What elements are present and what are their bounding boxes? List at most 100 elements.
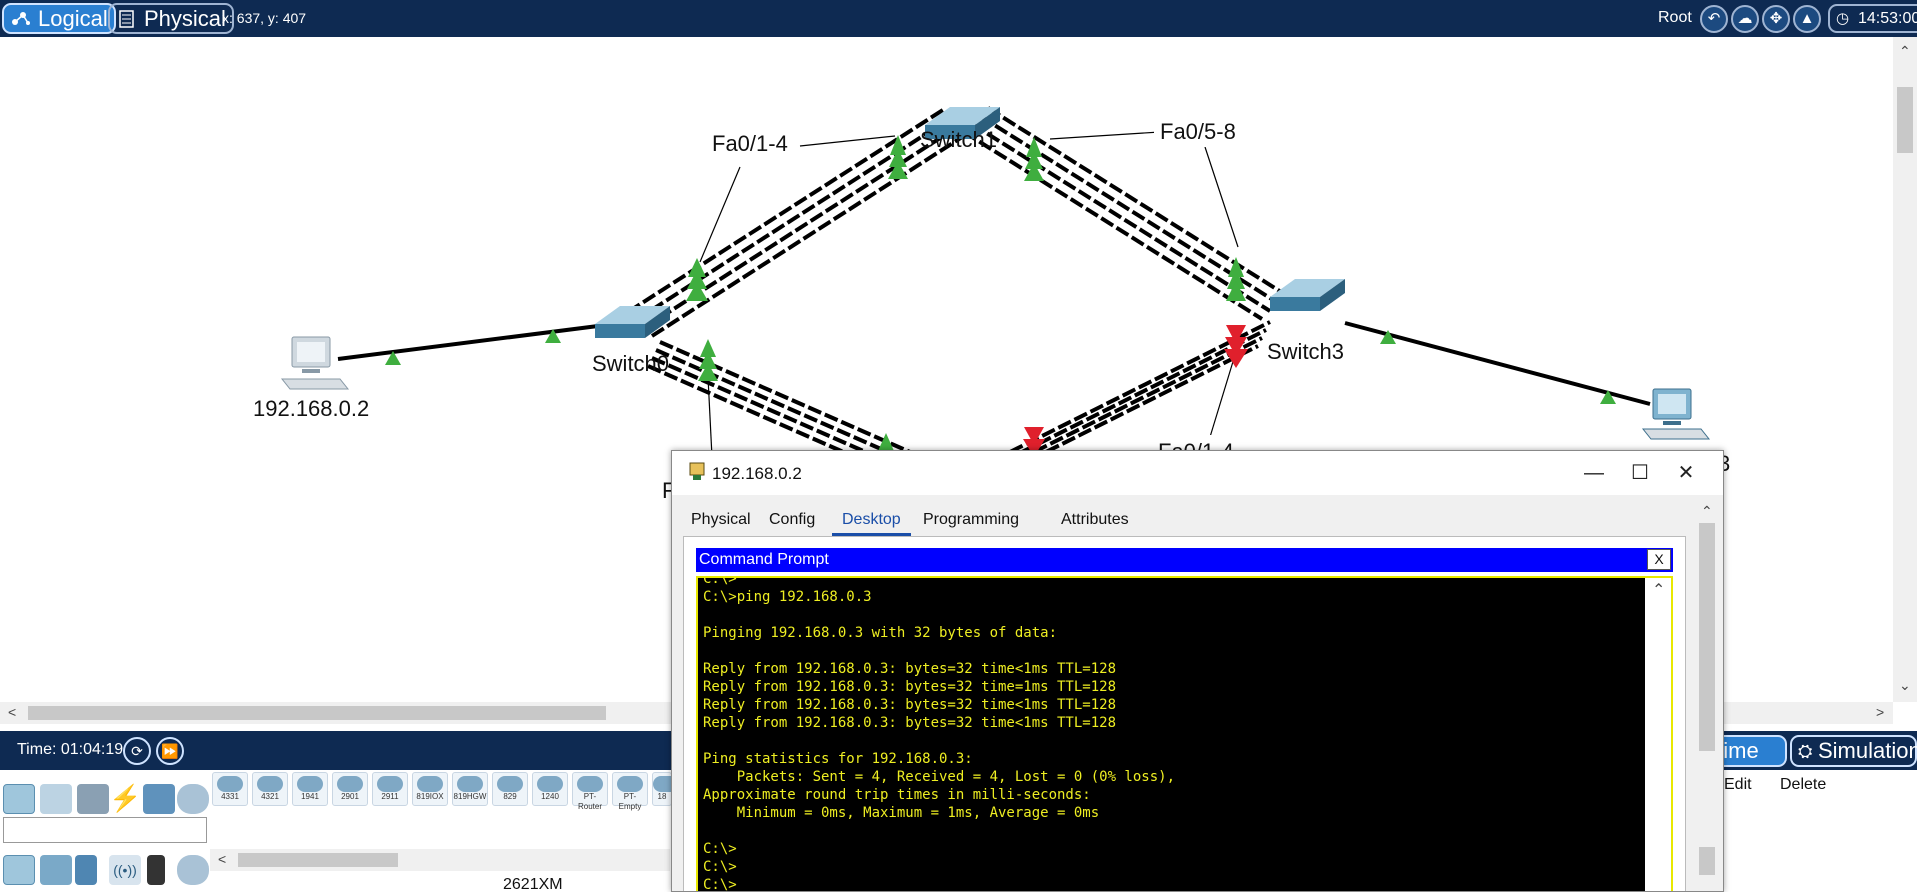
scroll-right-icon[interactable]: > xyxy=(1876,704,1884,720)
switch1-label: Switch1 xyxy=(920,127,998,152)
logical-view-label: Logical xyxy=(38,6,108,31)
clock-time: 14:53:00 xyxy=(1858,10,1917,27)
terminal-line: Pinging 192.168.0.3 with 32 bytes of dat… xyxy=(703,625,1058,641)
window-titlebar[interactable]: 192.168.0.2 — ☐ ✕ xyxy=(672,451,1723,495)
device-model-pt-router[interactable]: PT-Router xyxy=(572,772,608,811)
switch3-icon xyxy=(1270,279,1345,311)
terminal-line: C:\> xyxy=(703,859,737,875)
tab-programming[interactable]: Programming xyxy=(923,506,1019,536)
maximize-button[interactable]: ☐ xyxy=(1617,459,1663,489)
workspace-vertical-scrollbar[interactable]: ⌃ ⌄ xyxy=(1893,37,1917,702)
delete-label[interactable]: Delete xyxy=(1780,776,1826,794)
physical-rack-icon xyxy=(119,10,134,28)
scroll-up-icon[interactable]: ⌃ xyxy=(1899,43,1911,60)
device-search-input[interactable] xyxy=(3,817,207,843)
hubs-subcategory-icon[interactable] xyxy=(75,855,97,885)
back-icon[interactable]: ↶ xyxy=(1700,5,1728,33)
router-icon xyxy=(417,776,443,792)
components-category-icon[interactable] xyxy=(77,784,109,814)
scroll-thumb[interactable] xyxy=(1897,87,1913,153)
end-devices-category-icon[interactable] xyxy=(40,784,72,814)
fast-forward-icon[interactable]: ⏩ xyxy=(156,737,184,765)
power-cycle-icon[interactable]: ⟳ xyxy=(123,737,151,765)
tab-desktop[interactable]: Desktop xyxy=(832,506,911,536)
device-model-819hgw[interactable]: 819HGW xyxy=(452,772,488,806)
routers-subcategory-icon[interactable] xyxy=(3,855,35,885)
device-model-1240[interactable]: 1240 xyxy=(532,772,568,806)
switches-subcategory-icon[interactable] xyxy=(40,855,72,885)
terminal-line: Packets: Sent = 4, Received = 4, Lost = … xyxy=(703,769,1176,785)
tab-physical[interactable]: Physical xyxy=(691,506,751,536)
port-label-switch1-right: Fa0/5-8 xyxy=(1154,117,1242,147)
wan-emulation-icon[interactable] xyxy=(177,855,209,885)
tab-attributes[interactable]: Attributes xyxy=(1061,506,1129,536)
simulation-mode-button[interactable]: ⛭ Simulation xyxy=(1790,735,1917,767)
simulation-label: Simulation xyxy=(1818,738,1917,763)
terminal-line: C:\>ping 192.168.0.3 xyxy=(703,589,872,605)
command-prompt-titlebar: Command Prompt X xyxy=(696,548,1673,572)
pc-device-window: 192.168.0.2 — ☐ ✕ Physical Config Deskto… xyxy=(671,450,1724,892)
router-icon xyxy=(297,776,323,792)
terminal-output[interactable]: C:\> C:\>ping 192.168.0.3 Pinging 192.168.… xyxy=(698,578,1645,891)
scroll-up-icon[interactable]: ⌃ xyxy=(1652,580,1665,600)
maximize-icon: ☐ xyxy=(1631,462,1649,484)
minimize-button[interactable]: — xyxy=(1571,459,1617,489)
port-label-switch3-lower: Fa0/1-4 xyxy=(1152,435,1240,451)
close-icon: ✕ xyxy=(1677,462,1695,484)
physical-view-button[interactable]: Physical xyxy=(108,3,234,34)
device-model-partial[interactable]: 18 xyxy=(652,772,672,806)
router-icon xyxy=(337,776,363,792)
scroll-left-icon[interactable]: < xyxy=(8,704,16,720)
device-model-2911[interactable]: 2911 xyxy=(372,772,408,806)
device-model-pt-empty[interactable]: PT-Empty xyxy=(612,772,648,811)
scroll-thumb[interactable] xyxy=(1699,523,1715,751)
device-model-1941[interactable]: 1941 xyxy=(292,772,328,806)
simulation-icon: ⛭ xyxy=(1798,741,1813,761)
logical-topology-icon xyxy=(12,12,30,25)
move-icon[interactable]: ✥ xyxy=(1762,5,1790,33)
window-title: 192.168.0.2 xyxy=(712,464,802,483)
selected-model-name: 2621XM xyxy=(503,876,563,892)
window-vertical-scrollbar[interactable]: ⌃ xyxy=(1695,501,1719,891)
terminal-line: Reply from 192.168.0.3: bytes=32 time<1m… xyxy=(703,661,1117,677)
command-prompt-close-button[interactable]: X xyxy=(1647,549,1671,570)
router-icon xyxy=(617,776,643,792)
switch3-label: Switch3 xyxy=(1267,339,1345,364)
scroll-left-icon[interactable]: < xyxy=(218,851,226,867)
device-model-819iox[interactable]: 819IOX xyxy=(412,772,448,806)
scroll-down-icon[interactable]: ⌄ xyxy=(1899,677,1911,694)
scroll-thumb[interactable] xyxy=(238,853,398,867)
connections-lightning-icon[interactable]: ⚡ xyxy=(109,784,141,814)
terminal-line: Ping statistics for 192.168.0.3: xyxy=(703,751,973,767)
misc-folder-icon[interactable] xyxy=(143,784,175,814)
pc1-icon xyxy=(1641,388,1711,440)
terminal-scrollbar[interactable]: ⌃ xyxy=(1645,578,1671,891)
device-model-2901[interactable]: 2901 xyxy=(332,772,368,806)
clock-icon: ◷ xyxy=(1836,10,1850,27)
tab-config[interactable]: Config xyxy=(769,506,815,536)
pc0-icon xyxy=(280,336,350,390)
security-subcategory-icon[interactable] xyxy=(147,855,165,885)
device-model-4331[interactable]: 4331 xyxy=(212,772,248,806)
cloud-icon[interactable]: ☁ xyxy=(1731,5,1759,33)
device-list-scrollbar[interactable]: < xyxy=(210,849,670,871)
edit-label[interactable]: Edit xyxy=(1724,776,1752,794)
scroll-up-icon[interactable]: ⌃ xyxy=(1701,503,1713,520)
network-devices-category-icon[interactable] xyxy=(3,784,35,814)
terminal-line: Reply from 192.168.0.3: bytes=32 time<1m… xyxy=(703,715,1117,731)
clock-button[interactable]: ◷ 14:53:00 xyxy=(1828,4,1917,33)
logical-view-button[interactable]: Logical xyxy=(2,3,116,34)
device-model-829[interactable]: 829 xyxy=(492,772,528,806)
background-image-icon[interactable]: ▲ xyxy=(1793,5,1821,33)
scroll-thumb-lower[interactable] xyxy=(1699,847,1715,875)
wireless-subcategory-icon[interactable]: ((•)) xyxy=(109,855,141,885)
terminal-line: Reply from 192.168.0.3: bytes=32 time<1m… xyxy=(703,697,1117,713)
terminal-line: C:\> xyxy=(703,578,737,587)
scroll-thumb[interactable] xyxy=(28,706,606,720)
multiuser-cloud-icon[interactable] xyxy=(177,784,209,814)
close-button[interactable]: ✕ xyxy=(1663,459,1709,489)
close-icon: X xyxy=(1654,551,1664,567)
device-model-4321[interactable]: 4321 xyxy=(252,772,288,806)
